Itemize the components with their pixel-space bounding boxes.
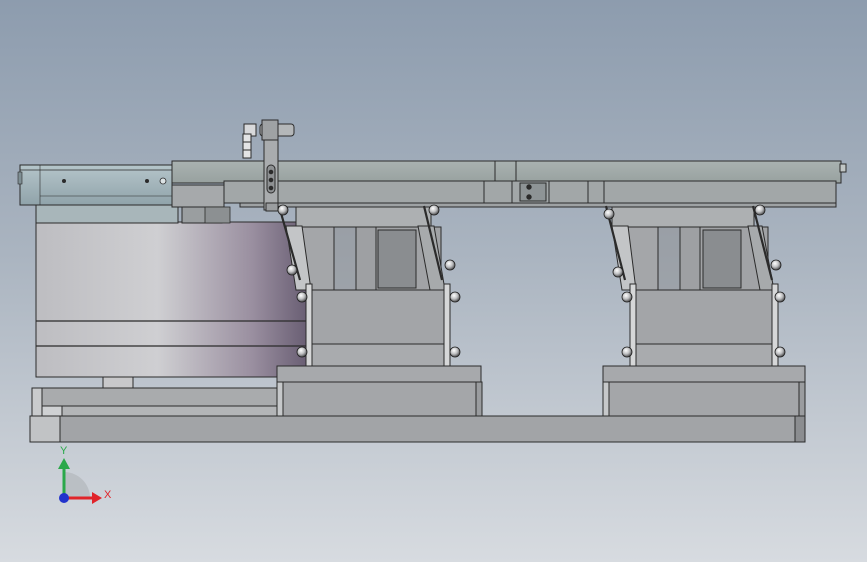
z-axis-dot — [59, 493, 69, 503]
base-plate — [29, 415, 806, 443]
x-axis-label: X — [104, 489, 112, 501]
model-drawing[interactable]: Y X — [0, 0, 867, 562]
vibrator-unit-right — [602, 205, 806, 417]
cad-viewport[interactable]: Y X — [0, 0, 867, 562]
bowl-base-plates — [31, 387, 281, 417]
axis-triad — [58, 458, 102, 504]
y-axis-label: Y — [60, 445, 68, 457]
vibrator-unit-left — [276, 205, 483, 417]
